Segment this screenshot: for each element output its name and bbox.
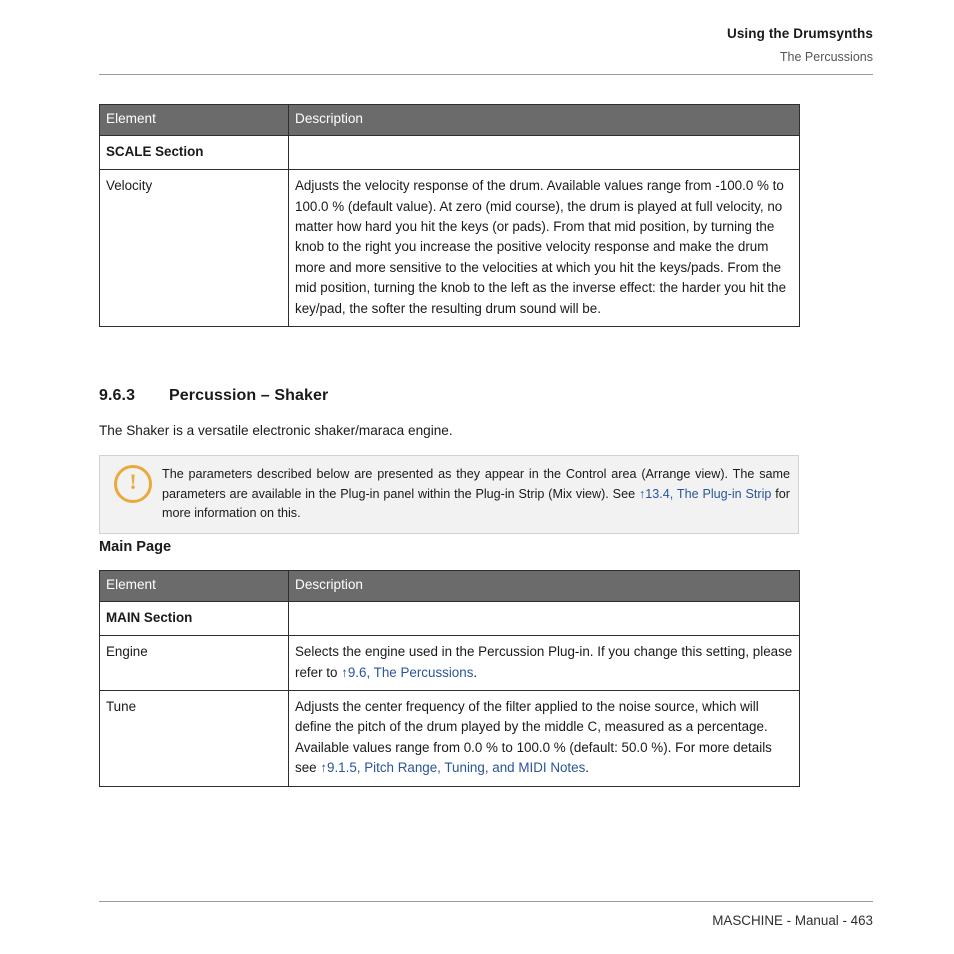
page-title: 9.6.3 Percussion – Shaker bbox=[99, 387, 328, 405]
parameter-description-velocity: Adjusts the velocity response of the dru… bbox=[288, 169, 800, 327]
parameter-name-velocity: Velocity bbox=[99, 169, 289, 327]
parameter-table-scale: Element Description SCALE Section Veloci… bbox=[99, 104, 800, 327]
header-chapter-title: Using the Drumsynths bbox=[726, 26, 873, 41]
parameter-description-engine: Selects the engine used in the Percussio… bbox=[288, 635, 800, 692]
column-header-description: Description bbox=[288, 570, 800, 602]
table-row: Tune Adjusts the center frequency of the… bbox=[99, 690, 800, 787]
parameter-name-engine: Engine bbox=[99, 635, 289, 692]
table-header-row: Element Description bbox=[99, 104, 800, 136]
warning-circle-icon: ! bbox=[114, 465, 152, 503]
section-number: 9.6.3 bbox=[99, 387, 136, 404]
link-the-percussions[interactable]: ↑9.6, The Percussions bbox=[341, 665, 473, 680]
parameter-table-main: Element Description MAIN Section Engine … bbox=[99, 570, 800, 787]
parameter-name-tune: Tune bbox=[99, 690, 289, 787]
parameter-description-tune: Adjusts the center frequency of the filt… bbox=[288, 690, 800, 787]
manual-page: Using the Drumsynths The Percussions Ele… bbox=[0, 0, 954, 954]
section-description bbox=[288, 600, 800, 637]
link-plug-in-strip[interactable]: ↑13.4, The Plug-in Strip bbox=[639, 487, 771, 501]
note-callout: ! The parameters described below are pre… bbox=[99, 455, 799, 534]
table-row: Velocity Adjusts the velocity response o… bbox=[99, 169, 800, 327]
header-divider bbox=[99, 74, 873, 75]
table-header-row: Element Description bbox=[99, 570, 800, 602]
table-row: SCALE Section bbox=[99, 134, 800, 171]
footer-text: MASCHINE - Manual - 463 bbox=[712, 913, 873, 928]
subsection-heading: Main Page bbox=[99, 539, 172, 555]
header-section-title: The Percussions bbox=[779, 50, 873, 65]
section-description bbox=[288, 134, 800, 171]
link-pitch-range-tuning-midi-notes[interactable]: ↑9.1.5, Pitch Range, Tuning, and MIDI No… bbox=[320, 760, 585, 775]
column-header-element: Element bbox=[99, 570, 289, 602]
section-title: Percussion – Shaker bbox=[169, 387, 329, 404]
tune-desc-part-2: . bbox=[585, 760, 590, 776]
note-callout-text: The parameters described below are prese… bbox=[162, 456, 798, 533]
column-header-description: Description bbox=[288, 104, 800, 136]
footer-divider bbox=[99, 901, 873, 902]
engine-desc-part-2: . bbox=[473, 664, 478, 680]
table-row: Engine Selects the engine used in the Pe… bbox=[99, 635, 800, 692]
section-label: SCALE Section bbox=[99, 134, 289, 171]
table-row: MAIN Section bbox=[99, 600, 800, 637]
section-label: MAIN Section bbox=[99, 600, 289, 637]
running-header: Using the Drumsynths The Percussions bbox=[99, 26, 873, 65]
column-header-element: Element bbox=[99, 104, 289, 136]
section-intro-text: The Shaker is a versatile electronic sha… bbox=[99, 423, 453, 438]
